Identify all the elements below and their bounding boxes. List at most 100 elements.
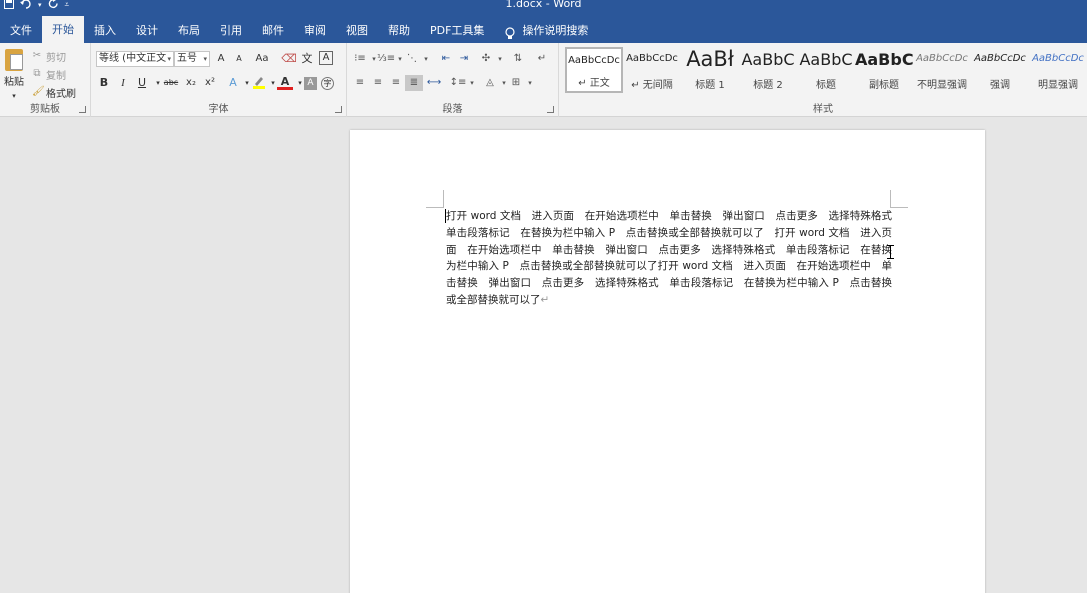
- copy-button[interactable]: ⧉ 复制: [32, 65, 76, 83]
- font-color-button[interactable]: A: [277, 75, 293, 90]
- tab-pdf-tools[interactable]: PDF工具集: [420, 18, 494, 43]
- scissors-icon: ✂: [32, 50, 42, 61]
- clear-formatting-icon[interactable]: ⌫: [281, 51, 297, 67]
- document-page[interactable]: 打开 word 文档 进入页面 在开始选项栏中 单击替换 弹出窗口 点击更多 选…: [350, 130, 985, 593]
- style-subtitle[interactable]: AaBbC 副标题: [855, 47, 913, 93]
- style-preview: AaBbC: [799, 50, 853, 69]
- sort-icon[interactable]: ⇅: [509, 51, 527, 67]
- align-right-icon[interactable]: ≡: [387, 75, 405, 91]
- paste-dropdown-icon[interactable]: ▾: [12, 92, 16, 100]
- bold-button[interactable]: B: [96, 75, 112, 91]
- copy-label: 复制: [46, 70, 66, 82]
- styles-gallery: AaBbCcDc ↵ 正文 AaBbCcDc ↵ 无间隔 AaBł 标题 1 A…: [565, 47, 1087, 95]
- italic-button[interactable]: I: [115, 75, 131, 91]
- grow-font-button[interactable]: A: [213, 51, 229, 67]
- styles-group: AaBbCcDc ↵ 正文 AaBbCcDc ↵ 无间隔 AaBł 标题 1 A…: [559, 43, 1087, 117]
- style-name: 标题 2: [753, 80, 783, 91]
- line-spacing-dropdown-icon[interactable]: ▾: [463, 75, 481, 91]
- style-emphasis[interactable]: AaBbCcDc 强调: [971, 47, 1029, 93]
- cut-label: 剪切: [46, 52, 66, 64]
- style-title[interactable]: AaBbC 标题: [797, 47, 855, 93]
- style-preview: AaBbCcDc: [974, 53, 1026, 64]
- tab-layout[interactable]: 布局: [168, 18, 210, 43]
- change-case-button[interactable]: Aa: [251, 51, 273, 67]
- style-name: 副标题: [869, 80, 899, 91]
- align-left-icon[interactable]: ≡: [351, 75, 369, 91]
- increase-indent-icon[interactable]: ⇥: [455, 51, 473, 67]
- style-name: ↵ 正文: [578, 78, 610, 89]
- style-preview: AaBł: [686, 47, 734, 71]
- tab-references[interactable]: 引用: [210, 18, 252, 43]
- grow-font-label: A: [217, 53, 225, 64]
- font-size-select[interactable]: 五号 ▾: [174, 51, 210, 67]
- tab-insert[interactable]: 插入: [84, 18, 126, 43]
- chinese-layout-dropdown-icon[interactable]: ▾: [491, 51, 509, 67]
- superscript-button[interactable]: x²: [202, 75, 218, 91]
- document-canvas: 打开 word 文档 进入页面 在开始选项栏中 单击替换 弹出窗口 点击更多 选…: [0, 118, 1087, 593]
- copy-icon: ⧉: [33, 68, 41, 79]
- clipboard-group-label: 剪贴板: [30, 104, 60, 115]
- underline-button[interactable]: U: [134, 75, 150, 91]
- font-group: 等线 (中文正文 ▾ 五号 ▾ A A Aa ⌫ 文 A B I U ▾ abc…: [91, 43, 347, 117]
- tell-me-search[interactable]: 操作说明搜索: [494, 18, 598, 43]
- chevron-down-icon: ▾: [167, 55, 171, 63]
- strikethrough-button[interactable]: abc: [161, 75, 181, 91]
- strikethrough-label: abc: [163, 78, 179, 87]
- italic-label: I: [121, 77, 125, 89]
- paste-label: 粘贴: [4, 77, 24, 88]
- format-painter-button[interactable]: 🖌 格式刷: [32, 83, 76, 101]
- decrease-indent-icon[interactable]: ⇤: [437, 51, 455, 67]
- paste-icon: [5, 49, 23, 71]
- style-intense-emphasis[interactable]: AaBbCcDc 明显强调: [1029, 47, 1087, 93]
- style-normal[interactable]: AaBbCcDc ↵ 正文: [565, 47, 623, 93]
- subscript-button[interactable]: x₂: [183, 75, 199, 91]
- paragraph-group: ⁝≡ ▾ ⅓≡ ▾ ⋱ ▾ ⇤ ⇥ ✣ ▾ ⇅ ↵ ≡ ≡ ≡ ≣ ⟷ ↕≡ ▾…: [347, 43, 559, 117]
- font-launcher-icon[interactable]: [335, 106, 342, 113]
- cut-button[interactable]: ✂ 剪切: [32, 47, 76, 65]
- clipboard-launcher-icon[interactable]: [79, 106, 86, 113]
- style-preview: AaBbCcDc: [568, 55, 620, 66]
- tab-view[interactable]: 视图: [336, 18, 378, 43]
- phonetic-guide-icon[interactable]: 文: [299, 51, 315, 67]
- justify-icon[interactable]: ≣: [405, 75, 423, 91]
- style-no-spacing[interactable]: AaBbCcDc ↵ 无间隔: [623, 47, 681, 93]
- borders-dropdown-icon[interactable]: ▾: [521, 75, 539, 91]
- style-heading-1[interactable]: AaBł 标题 1: [681, 47, 739, 93]
- style-subtle-emphasis[interactable]: AaBbCcDc 不明显强调: [913, 47, 971, 93]
- align-center-icon[interactable]: ≡: [369, 75, 387, 91]
- ribbon: 粘贴 ▾ ✂ 剪切 ⧉ 复制 🖌 格式刷 剪贴板 等线 (中文正文 ▾ 五号 ▾…: [0, 43, 1087, 117]
- tab-review[interactable]: 审阅: [294, 18, 336, 43]
- format-painter-label: 格式刷: [46, 88, 76, 100]
- style-name: 强调: [990, 80, 1010, 91]
- multilevel-dropdown-icon[interactable]: ▾: [417, 51, 435, 67]
- paragraph-group-label: 段落: [442, 104, 463, 115]
- tab-mailings[interactable]: 邮件: [252, 18, 294, 43]
- show-marks-icon[interactable]: ↵: [533, 51, 551, 67]
- change-case-label: Aa: [255, 53, 269, 64]
- enclose-characters-icon[interactable]: 字: [321, 77, 334, 90]
- distributed-icon[interactable]: ⟷: [425, 75, 443, 91]
- font-name-value: 等线 (中文正文: [99, 53, 167, 64]
- tab-help[interactable]: 帮助: [378, 18, 420, 43]
- style-name: 明显强调: [1038, 80, 1078, 91]
- style-name: 标题 1: [695, 80, 725, 91]
- paragraph-launcher-icon[interactable]: [547, 106, 554, 113]
- font-name-select[interactable]: 等线 (中文正文 ▾: [96, 51, 174, 67]
- lightbulb-icon: [504, 24, 516, 39]
- shrink-font-button[interactable]: A: [231, 51, 247, 67]
- character-border-icon[interactable]: A: [319, 51, 333, 65]
- clipboard-group: 粘贴 ▾ ✂ 剪切 ⧉ 复制 🖌 格式刷 剪贴板: [0, 43, 91, 117]
- style-preview: AaBbCcDc: [626, 53, 678, 64]
- tell-me-label: 操作说明搜索: [522, 24, 589, 37]
- paste-button[interactable]: 粘贴 ▾: [3, 49, 25, 100]
- style-name: ↵ 无间隔: [631, 80, 673, 91]
- tab-home[interactable]: 开始: [42, 16, 84, 43]
- character-shading-icon[interactable]: A: [304, 77, 317, 90]
- margin-corner-top-right: [890, 190, 908, 208]
- window-title: 1.docx - Word: [505, 0, 582, 10]
- document-body[interactable]: 打开 word 文档 进入页面 在开始选项栏中 单击替换 弹出窗口 点击更多 选…: [446, 208, 903, 309]
- style-preview: AaBbCcDc: [916, 53, 968, 64]
- tab-file[interactable]: 文件: [0, 18, 42, 43]
- style-heading-2[interactable]: AaBbC 标题 2: [739, 47, 797, 93]
- tab-design[interactable]: 设计: [126, 18, 168, 43]
